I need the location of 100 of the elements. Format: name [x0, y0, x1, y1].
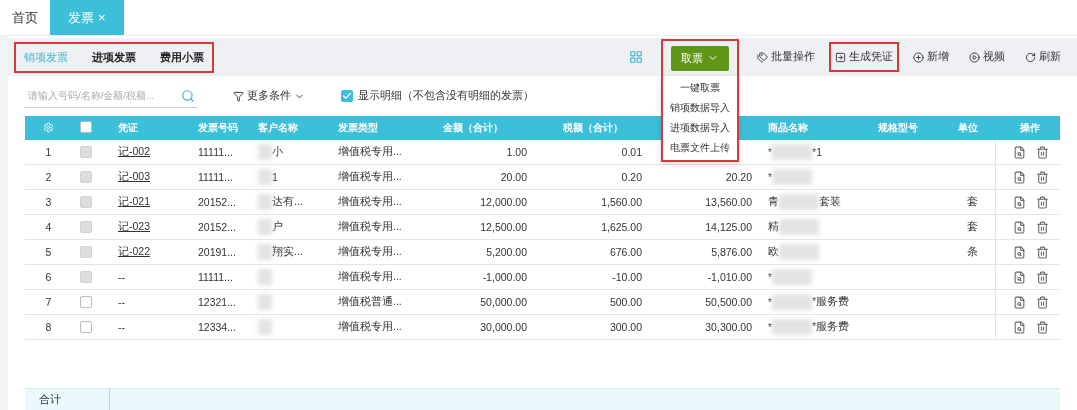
table-cell: 增值税普通...: [338, 295, 402, 309]
invoice-tab[interactable]: 费用小票: [160, 49, 204, 65]
table-cell: 条: [967, 245, 978, 259]
table-cell: 0.01: [621, 146, 642, 158]
table-cell: 12,500.00: [480, 221, 527, 233]
view-icon[interactable]: [1012, 245, 1026, 259]
table-cell: 小: [272, 145, 283, 159]
table-cell: *: [768, 296, 773, 308]
row-number: 7: [45, 296, 52, 308]
row-number: 8: [45, 321, 52, 333]
play-icon: [969, 51, 980, 63]
table-cell: 30,300.00: [705, 321, 752, 333]
delete-icon[interactable]: [1035, 245, 1049, 259]
checkbox[interactable]: [80, 296, 92, 308]
view-icon[interactable]: [1012, 195, 1026, 209]
table-cell: 套装: [819, 195, 841, 209]
table-cell: 达有...: [272, 195, 303, 209]
table-cell: 11111...: [198, 146, 233, 158]
row-number: 6: [45, 271, 52, 283]
menu-item[interactable]: 一键取票: [663, 77, 737, 98]
fetch-button[interactable]: 取票: [671, 45, 729, 71]
search-field[interactable]: 请输入号码/名称/金额/税额...: [24, 84, 197, 108]
column-header: 规格型号: [877, 121, 919, 135]
toolbar-button[interactable]: 批量操作: [751, 42, 821, 72]
delete-icon[interactable]: [1035, 170, 1049, 184]
table-cell: 13,560.00: [705, 196, 752, 208]
table-cell: *服务费: [812, 320, 850, 334]
table-cell: *1: [812, 146, 823, 158]
table-cell: 20152...: [198, 196, 236, 208]
table-cell: 翔实...: [272, 245, 303, 259]
page-tab[interactable]: 首页: [0, 0, 50, 35]
table-cell: 1,625.00: [601, 221, 642, 233]
view-icon[interactable]: [1012, 295, 1026, 309]
toolbar-button[interactable]: 新增: [907, 42, 955, 72]
more-filters-button[interactable]: 更多条件: [227, 88, 311, 104]
table-cell: 5,200.00: [486, 246, 527, 258]
table-cell: *: [768, 321, 773, 333]
table-cell: 1.00: [506, 146, 527, 158]
export-icon: [835, 51, 846, 63]
toolbar-button[interactable]: 刷新: [1019, 42, 1067, 72]
row-number: 5: [45, 246, 52, 258]
column-header: 客户名称: [257, 121, 299, 135]
tags-icon: [757, 51, 768, 63]
table-cell: -1,010.00: [707, 271, 752, 283]
delete-icon[interactable]: [1035, 145, 1049, 159]
summary-label: 合计: [25, 389, 110, 410]
toolbar-button[interactable]: 生成凭证: [829, 42, 899, 72]
checkbox[interactable]: [341, 90, 353, 102]
column-header: 单位: [957, 121, 979, 135]
menu-item[interactable]: 进项数据导入: [663, 117, 737, 138]
view-icon[interactable]: [1012, 270, 1026, 284]
table-cell: 12321...: [198, 296, 236, 308]
table-cell: 20191...: [198, 246, 236, 258]
table-cell: *服务费: [812, 295, 850, 309]
table-cell: -1,000.00: [482, 271, 527, 283]
delete-icon[interactable]: [1035, 320, 1049, 334]
toolbar-button[interactable]: 视频: [963, 42, 1011, 72]
table-cell: 11111...: [198, 171, 233, 183]
table-cell: 50,000.00: [480, 296, 527, 308]
view-icon[interactable]: [1012, 320, 1026, 334]
table-cell: 0.20: [621, 171, 642, 183]
delete-icon[interactable]: [1035, 220, 1049, 234]
view-icon[interactable]: [1012, 145, 1026, 159]
table-cell: 增值税专用...: [338, 170, 402, 184]
delete-icon[interactable]: [1035, 295, 1049, 309]
delete-icon[interactable]: [1035, 270, 1049, 284]
table-cell: 1: [272, 171, 278, 183]
checkbox[interactable]: [80, 121, 92, 133]
table-cell: 户: [272, 220, 283, 234]
table-cell: 青: [768, 195, 779, 209]
table-cell: *: [768, 271, 773, 283]
table-cell: 12334...: [198, 321, 236, 333]
table-cell: -10.00: [612, 271, 642, 283]
column-header: 金额（合计）: [441, 121, 504, 135]
refresh-icon: [1025, 51, 1036, 63]
row-number: 2: [45, 171, 52, 183]
view-icon[interactable]: [1012, 220, 1026, 234]
table-cell: 套: [967, 195, 978, 209]
checkbox[interactable]: [80, 321, 92, 333]
table-cell: --: [118, 321, 125, 333]
row-number: 4: [45, 221, 52, 233]
column-header: 商品名称: [767, 121, 809, 135]
column-header: 发票类型: [337, 121, 379, 135]
delete-icon[interactable]: [1035, 195, 1049, 209]
table-cell: 30,000.00: [480, 321, 527, 333]
table-cell: *: [768, 146, 773, 158]
table-cell: 增值税专用...: [338, 145, 402, 159]
table-cell: 1,560.00: [601, 196, 642, 208]
view-icon[interactable]: [1012, 170, 1026, 184]
row-number: 3: [45, 196, 52, 208]
menu-item[interactable]: 电票文件上传: [663, 137, 737, 158]
plus-icon: [913, 51, 924, 63]
invoice-tab[interactable]: 进项发票: [92, 49, 136, 65]
table-cell: 20.00: [500, 171, 527, 183]
column-header: 税额（合计）: [561, 121, 624, 135]
table-cell: 增值税专用...: [338, 270, 402, 284]
table-cell: 676.00: [609, 246, 642, 258]
table-cell: 20152...: [198, 221, 236, 233]
menu-item[interactable]: 销项数据导入: [663, 97, 737, 118]
column-header: 凭证: [117, 121, 139, 135]
